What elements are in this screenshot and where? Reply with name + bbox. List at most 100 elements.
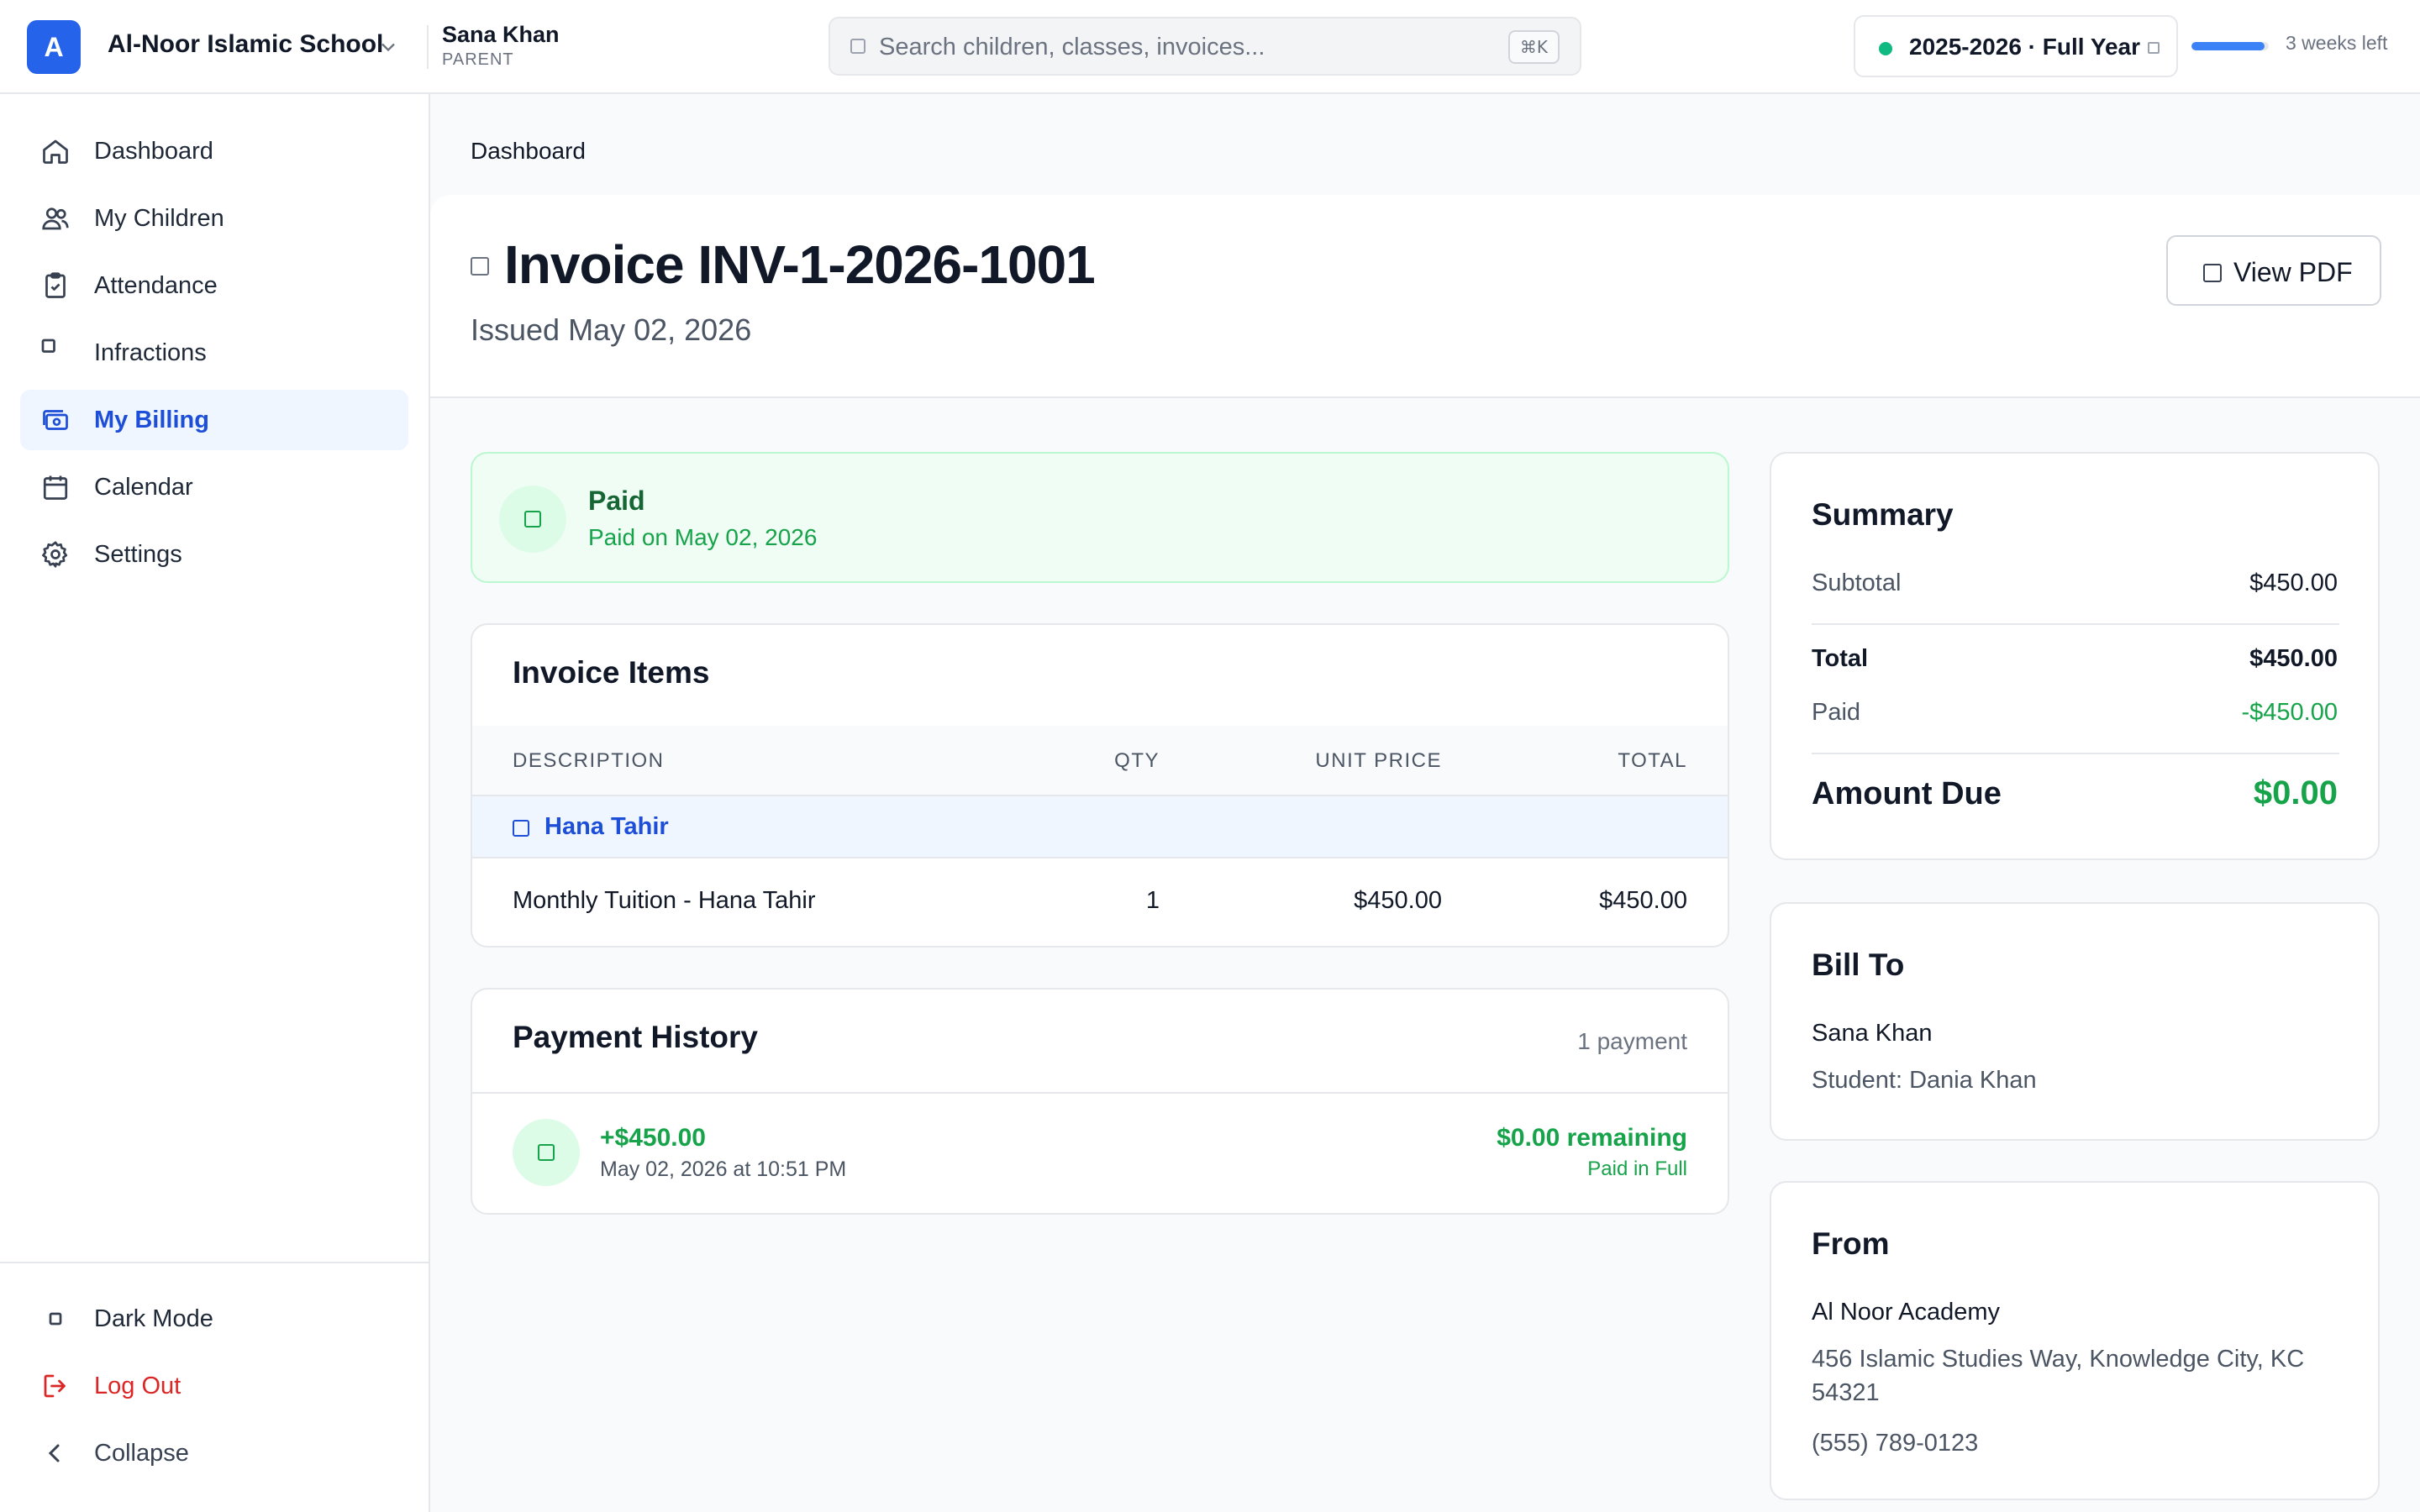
sidebar-item-settings[interactable]: Settings (20, 524, 408, 585)
invoice-header: Invoice INV-1-2026-1001 Issued May 02, 2… (430, 195, 2420, 398)
moon-icon (49, 1312, 62, 1326)
total-value: $450.00 (2249, 645, 2338, 672)
payment-history-card: Payment History 1 payment +$450.00 May 0… (471, 988, 1729, 1215)
payment-amount: +$450.00 (600, 1124, 706, 1152)
status-title: Paid (588, 486, 645, 516)
table-header: DESCRIPTION QTY UNIT PRICE TOTAL (472, 726, 1728, 796)
column-header-description: DESCRIPTION (513, 749, 665, 772)
payment-count: 1 payment (1577, 1028, 1687, 1054)
column-header-unit-price: UNIT PRICE (1315, 749, 1442, 772)
payment-date: May 02, 2026 at 10:51 PM (600, 1158, 847, 1181)
issued-date: Issued May 02, 2026 (471, 312, 752, 347)
amount-due-label: Amount Due (1812, 776, 2002, 811)
payment-remaining: $0.00 remaining (1497, 1124, 1687, 1152)
weeks-left-label: 3 weeks left (2286, 32, 2388, 54)
sidebar: Dashboard My Children Attendance Infract… (0, 94, 430, 1512)
from-address: 456 Islamic Studies Way, Knowledge City,… (1812, 1346, 2305, 1406)
dropdown-icon (2148, 42, 2160, 54)
item-unit-price: $450.00 (1354, 887, 1442, 914)
dark-mode-toggle[interactable]: Dark Mode (20, 1289, 408, 1349)
logout-label: Log Out (94, 1373, 182, 1399)
bill-to-student: Student: Dania Khan (1812, 1067, 2037, 1094)
top-bar: A Al-Noor Islamic School Sana Khan PAREN… (0, 0, 2420, 94)
keyboard-shortcut-badge: ⌘K (1507, 30, 1560, 64)
collapse-label: Collapse (94, 1440, 189, 1467)
logout-icon (44, 1374, 66, 1398)
sidebar-divider (0, 1262, 429, 1263)
pdf-icon (2203, 264, 2222, 282)
school-logo[interactable]: A (27, 20, 81, 74)
billing-icon (43, 410, 68, 430)
student-icon (513, 820, 529, 837)
card-title: Invoice Items (513, 655, 710, 690)
card-title: Payment History (513, 1020, 758, 1054)
from-phone: (555) 789-0123 (1812, 1430, 1979, 1457)
school-year-progress-fill (2191, 42, 2265, 50)
status-subtitle: Paid on May 02, 2026 (588, 524, 818, 550)
divider (472, 1092, 1728, 1094)
paid-value: -$450.00 (2241, 699, 2338, 726)
table-row: Monthly Tuition - Hana Tahir 1 $450.00 $… (472, 858, 1728, 946)
item-qty: 1 (1145, 887, 1160, 914)
summary-card: Summary Subtotal $450.00 Total $450.00 P… (1770, 452, 2380, 860)
sidebar-item-label: Settings (94, 541, 182, 568)
user-name: Sana Khan (442, 22, 560, 47)
from-name: Al Noor Academy (1812, 1299, 2001, 1326)
payment-icon (513, 1119, 580, 1186)
subtotal-value: $450.00 (2249, 570, 2338, 596)
sidebar-item-label: My Children (94, 205, 224, 232)
users-icon (42, 207, 69, 230)
sidebar-item-dashboard[interactable]: Dashboard (20, 121, 408, 181)
user-role: PARENT (442, 50, 514, 69)
breadcrumb[interactable]: Dashboard (471, 138, 586, 165)
invoice-icon (471, 257, 489, 276)
calendar-icon (43, 475, 68, 500)
divider (427, 25, 429, 69)
column-header-qty: QTY (1114, 749, 1160, 772)
school-switcher-label[interactable]: Al-Noor Islamic School (108, 30, 383, 59)
paid-status-icon (499, 486, 566, 553)
card-title: From (1812, 1226, 1890, 1261)
sidebar-item-label: Calendar (94, 474, 193, 501)
dark-mode-label: Dark Mode (94, 1305, 213, 1332)
sidebar-item-infractions[interactable]: Infractions (20, 323, 408, 383)
status-dot-icon (1879, 42, 1892, 55)
card-title: Summary (1812, 497, 1954, 532)
card-title: Bill To (1812, 948, 1905, 982)
total-label: Total (1812, 645, 1869, 672)
search-input[interactable]: Search children, classes, invoices... ⌘K (829, 17, 1581, 76)
payment-status: Paid in Full (1587, 1158, 1687, 1180)
divider (1812, 623, 2339, 625)
home-icon (43, 139, 68, 164)
bill-to-name: Sana Khan (1812, 1020, 1933, 1047)
paid-label: Paid (1812, 699, 1861, 726)
school-year-progress (2191, 42, 2269, 50)
amount-due-value: $0.00 (2253, 774, 2338, 811)
invoice-items-card: Invoice Items DESCRIPTION QTY UNIT PRICE… (471, 623, 1729, 948)
item-description: Monthly Tuition - Hana Tahir (513, 887, 816, 914)
sidebar-item-label: Dashboard (94, 138, 213, 165)
school-year-label: 2025-2026 · Full Year (1909, 34, 2140, 60)
sidebar-item-attendance[interactable]: Attendance (20, 255, 408, 316)
gear-icon (42, 541, 68, 568)
search-icon (850, 39, 865, 54)
logout-button[interactable]: Log Out (20, 1356, 408, 1416)
sidebar-item-my-children[interactable]: My Children (20, 188, 408, 249)
clipboard-check-icon (45, 272, 66, 298)
from-card: From Al Noor Academy 456 Islamic Studies… (1770, 1181, 2380, 1500)
student-group-row: Hana Tahir (472, 796, 1728, 858)
school-year-selector[interactable]: 2025-2026 · Full Year (1854, 15, 2178, 77)
student-group-name[interactable]: Hana Tahir (544, 813, 669, 841)
collapse-sidebar-button[interactable]: Collapse (20, 1423, 408, 1483)
column-header-total: TOTAL (1618, 749, 1687, 772)
sidebar-item-label: Infractions (94, 339, 207, 366)
sidebar-item-my-billing[interactable]: My Billing (20, 390, 408, 450)
sidebar-item-label: My Billing (94, 407, 209, 433)
subtotal-label: Subtotal (1812, 570, 1902, 596)
page-title: Invoice INV-1-2026-1001 (504, 234, 1096, 295)
chevron-down-icon[interactable] (376, 35, 400, 59)
search-placeholder: Search children, classes, invoices... (879, 34, 1265, 60)
sidebar-item-calendar[interactable]: Calendar (20, 457, 408, 517)
chevron-left-icon (48, 1444, 60, 1462)
view-pdf-button[interactable]: View PDF (2166, 235, 2381, 306)
